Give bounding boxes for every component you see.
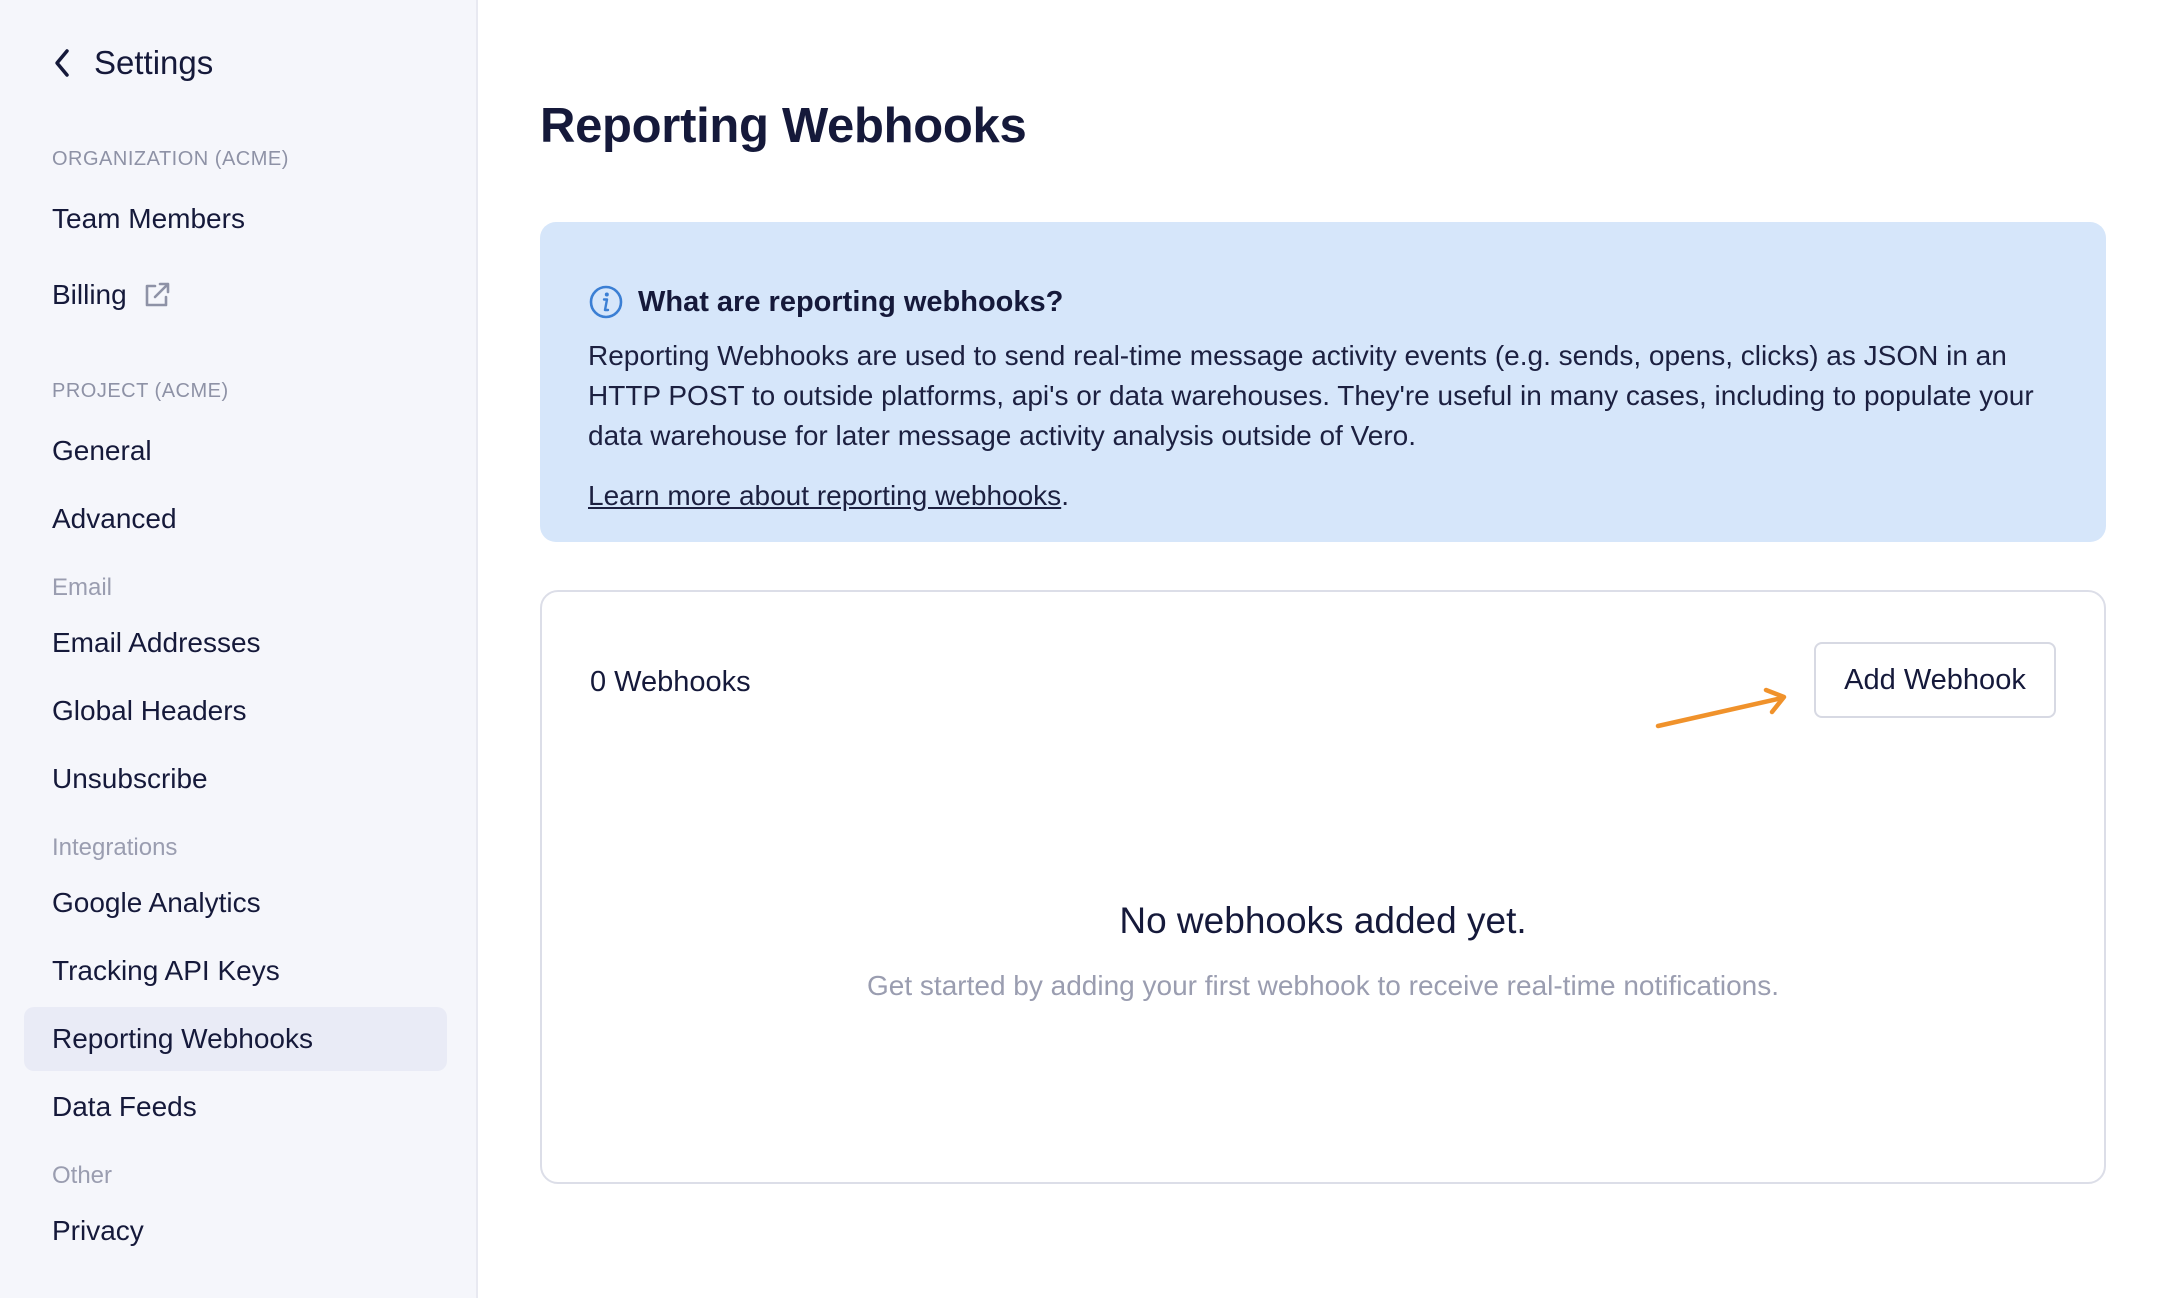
settings-sidebar: Settings ORGANIZATION (ACME) Team Member… [0,0,478,1298]
chevron-left-icon [55,49,69,77]
sidebar-item-label: Tracking API Keys [52,955,280,986]
external-link-icon [145,282,170,307]
sidebar-item-label: Data Feeds [52,1091,197,1122]
link-suffix: . [1061,480,1069,511]
sidebar-item-billing[interactable]: Billing [24,263,447,327]
sidebar-item-label: Email Addresses [52,627,261,658]
empty-state-title: No webhooks added yet. [1119,900,1527,941]
sidebar-item-label: Global Headers [52,695,247,726]
group-label-other: Other [52,1162,113,1189]
sidebar-item-data-feeds[interactable]: Data Feeds [24,1075,447,1139]
info-heading: What are reporting webhooks? [638,285,1064,318]
sidebar-item-reporting-webhooks[interactable]: Reporting Webhooks [24,1007,447,1071]
sidebar-item-label: Privacy [52,1215,144,1246]
info-callout: What are reporting webhooks? Reporting W… [540,222,2106,542]
info-body-text: Reporting Webhooks are used to send real… [588,340,2034,451]
sidebar-item-label: Reporting Webhooks [52,1023,313,1054]
sidebar-item-label: General [52,435,152,466]
info-heading-row: What are reporting webhooks? [588,284,2058,320]
sidebar-item-tracking-api-keys[interactable]: Tracking API Keys [24,939,447,1003]
group-label-integrations: Integrations [52,834,178,861]
add-webhook-button[interactable]: Add Webhook [1814,642,2056,718]
settings-title: Settings [94,44,214,81]
section-label-organization: ORGANIZATION (ACME) [52,148,289,170]
empty-state-subtitle: Get started by adding your first webhook… [867,970,1779,1001]
info-link-row: Learn more about reporting webhooks. [588,480,2058,512]
section-label-project: PROJECT (ACME) [52,380,229,402]
settings-app: Settings ORGANIZATION (ACME) Team Member… [0,0,2162,1298]
sidebar-item-label: Team Members [52,203,245,234]
group-label-email: Email [52,574,113,601]
page-title: Reporting Webhooks [540,99,1027,153]
sidebar-item-email-addresses[interactable]: Email Addresses [24,611,447,675]
sidebar-item-global-headers[interactable]: Global Headers [24,679,447,743]
sidebar-item-label: Google Analytics [52,887,261,918]
sidebar-item-general[interactable]: General [24,419,447,483]
sidebar-item-label: Unsubscribe [52,763,208,794]
sidebar-item-advanced[interactable]: Advanced [24,487,447,551]
sidebar-item-label: Billing [52,279,127,310]
main-content: Reporting Webhooks What are reporting we… [478,0,2162,1298]
sidebar-item-privacy[interactable]: Privacy [24,1199,447,1263]
sidebar-item-unsubscribe[interactable]: Unsubscribe [24,747,447,811]
webhook-count: 0 Webhooks [590,666,751,698]
sidebar-item-label: Advanced [52,503,177,534]
info-icon [589,285,623,319]
arrow-pointer-icon [1655,687,1787,729]
sidebar-item-team-members[interactable]: Team Members [24,187,447,251]
learn-more-link[interactable]: Learn more about reporting webhooks [588,480,1061,511]
sidebar-item-google-analytics[interactable]: Google Analytics [24,871,447,935]
webhooks-card: 0 Webhooks Add Webhook No webhooks added… [540,590,2106,1184]
back-to-settings[interactable]: Settings [52,38,213,88]
